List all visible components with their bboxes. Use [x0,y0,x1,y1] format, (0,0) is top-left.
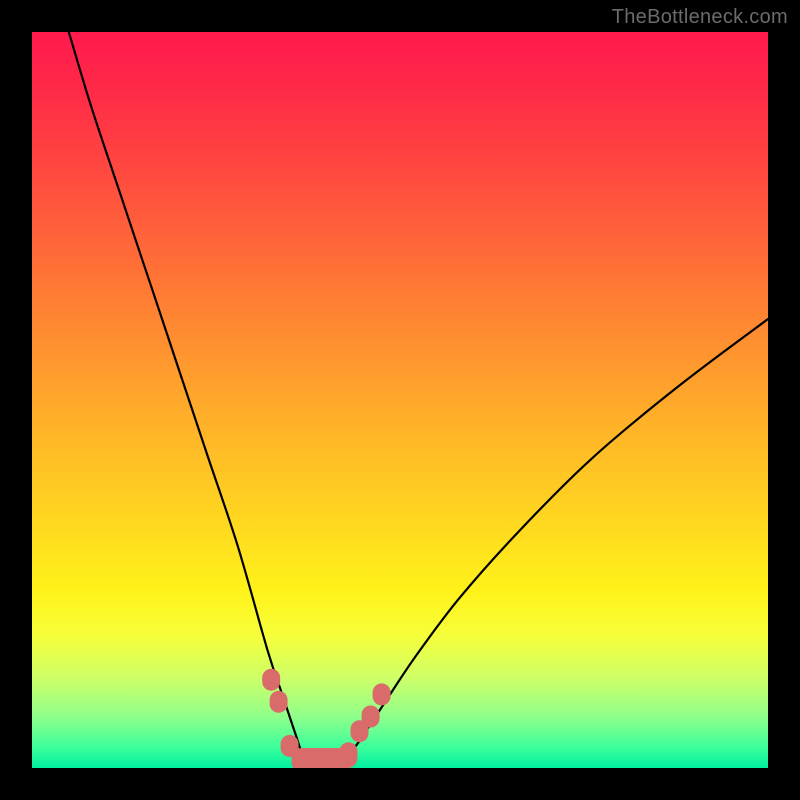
chart-frame: TheBottleneck.com [0,0,800,800]
highlight-floor-bar [292,748,358,768]
curve-layer [32,32,768,768]
highlight-markers [262,669,390,768]
highlight-marker [362,706,380,728]
watermark-text: TheBottleneck.com [612,6,788,29]
highlight-marker [262,669,280,691]
bottleneck-curve [69,32,768,768]
highlight-marker [270,691,288,713]
plot-area [32,32,768,768]
highlight-marker [373,683,391,705]
